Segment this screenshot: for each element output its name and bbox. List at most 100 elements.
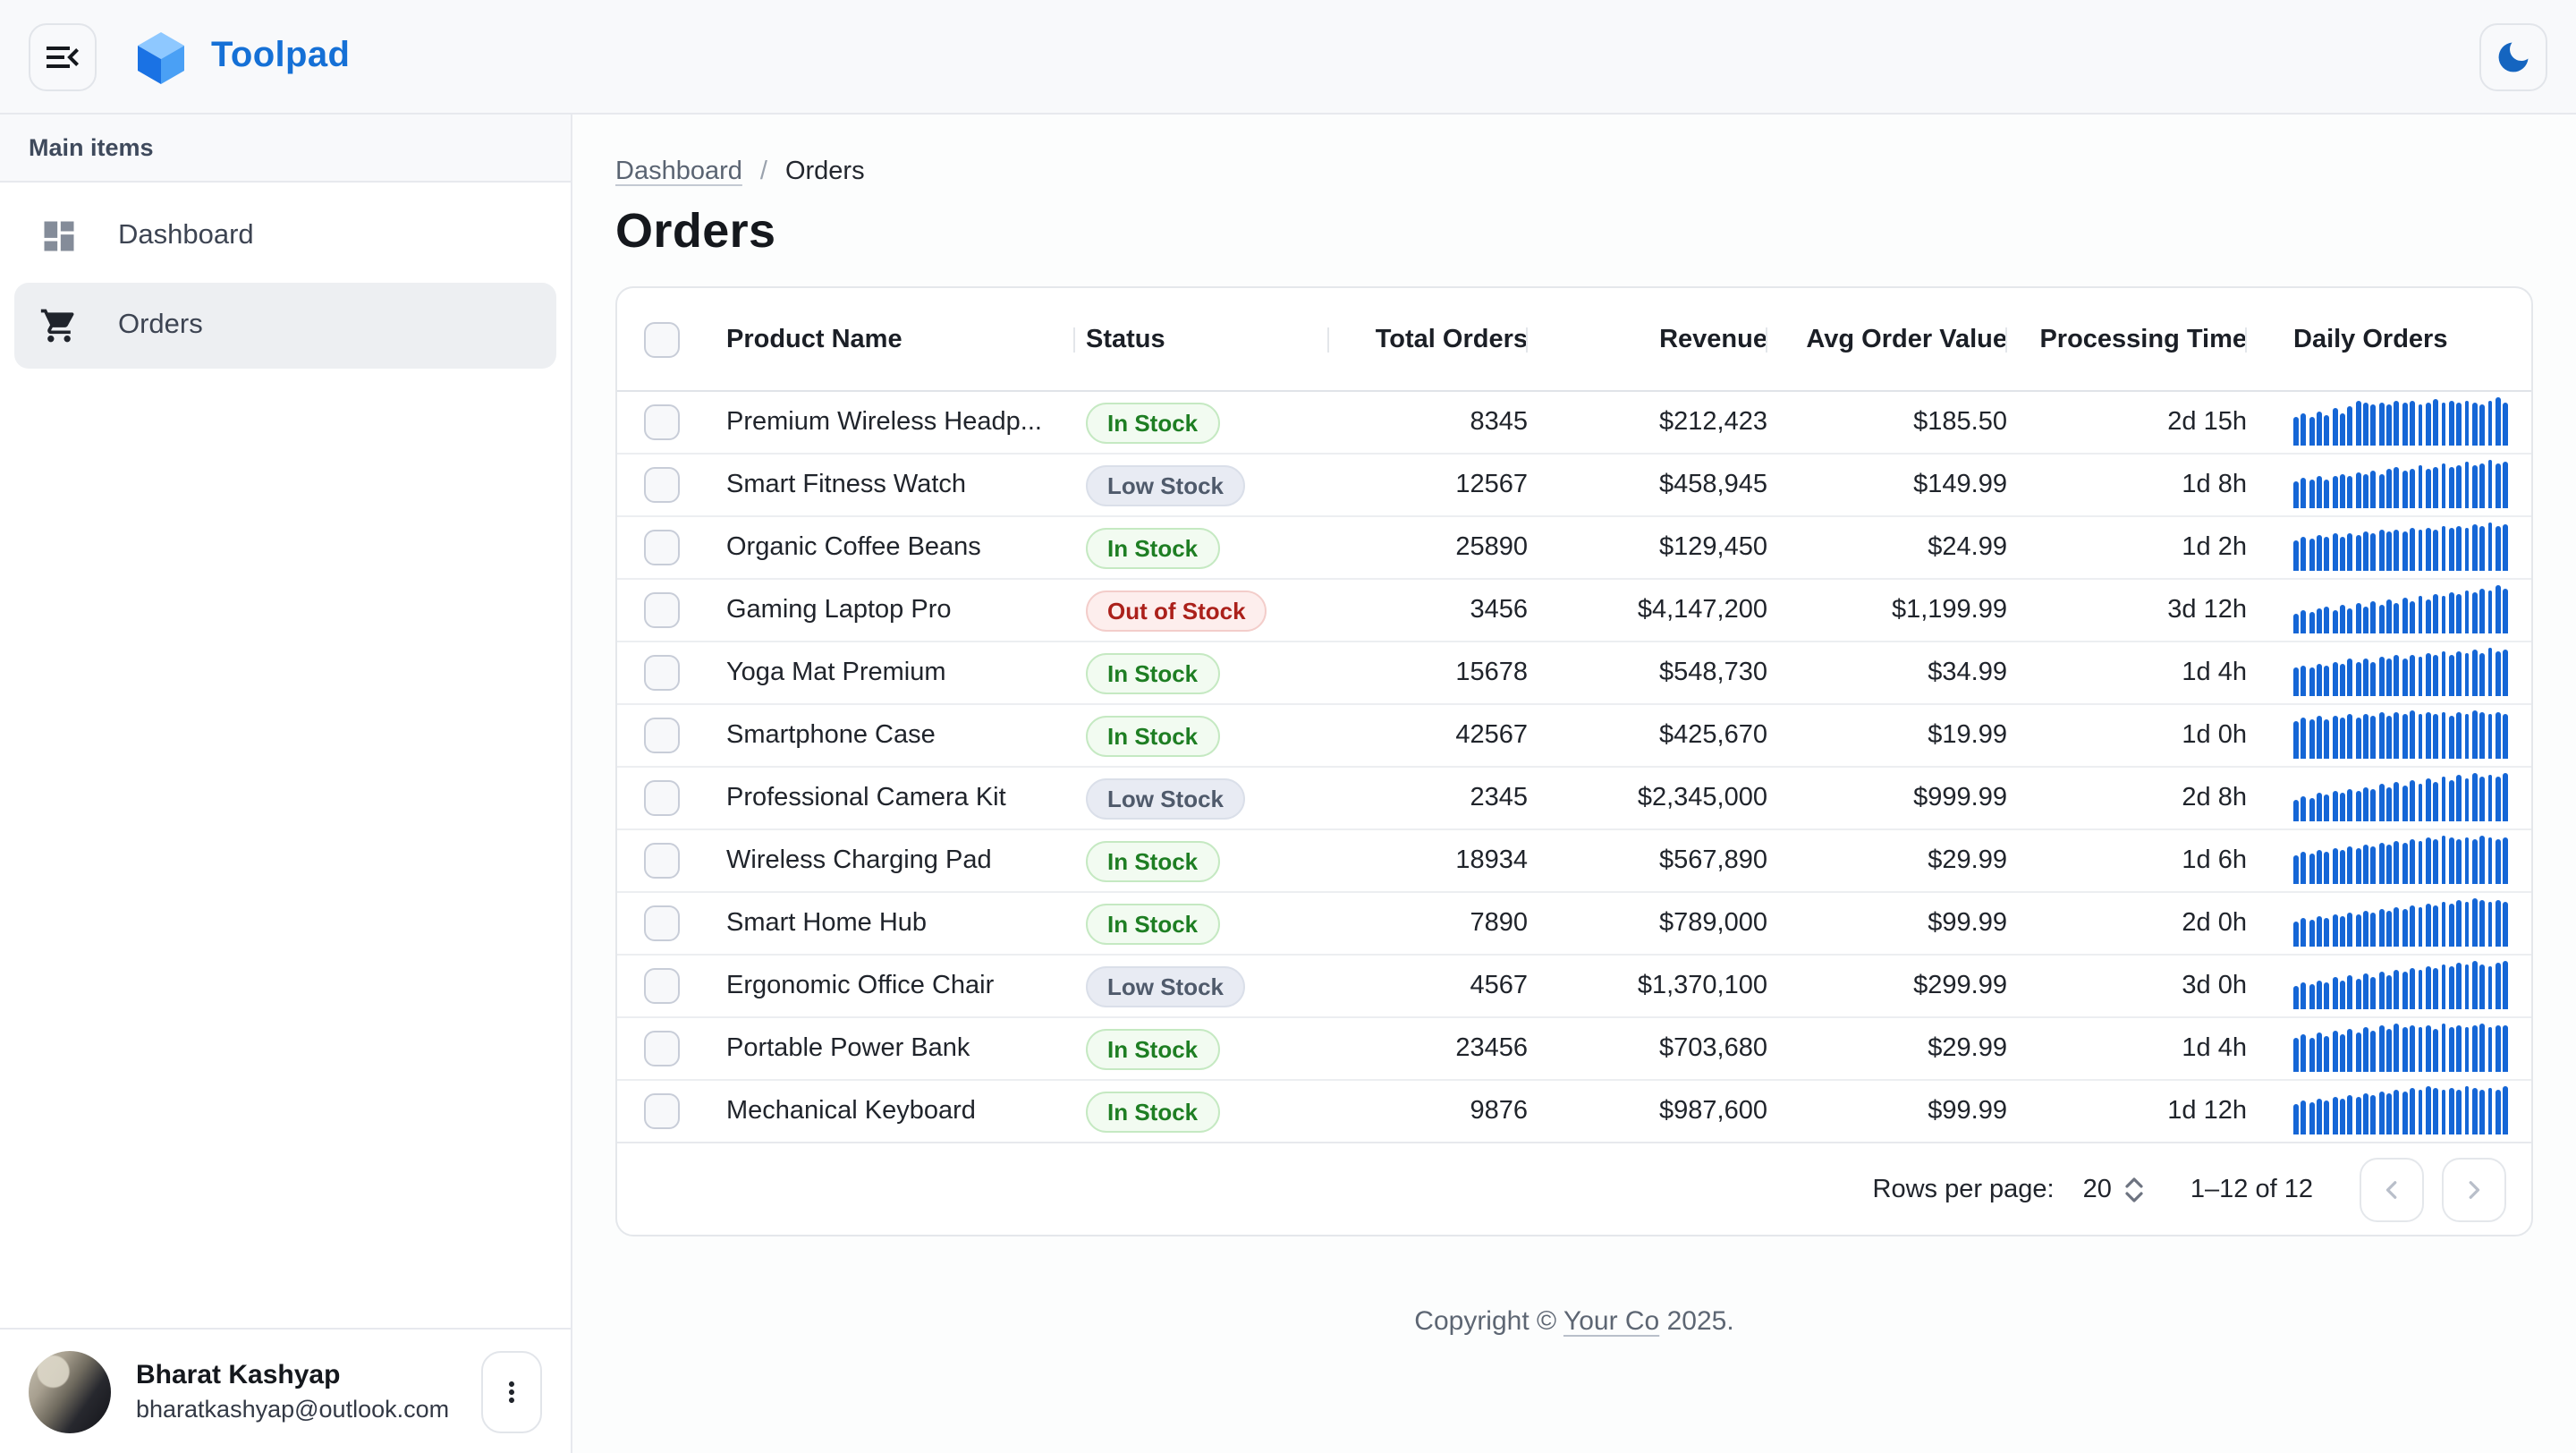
daily-orders-sparkline: [2293, 460, 2508, 508]
breadcrumb-separator: /: [760, 157, 767, 186]
status-badge: In Stock: [1086, 715, 1219, 756]
table-row[interactable]: Portable Power Bank In Stock 23456 $703,…: [617, 1018, 2531, 1081]
daily-orders-cell: [2247, 893, 2531, 954]
table-row[interactable]: Mechanical Keyboard In Stock 9876 $987,6…: [617, 1081, 2531, 1143]
product-name-cell: Professional Camera Kit: [707, 784, 1075, 812]
product-name-cell: Portable Power Bank: [707, 1034, 1075, 1063]
table-row[interactable]: Smartphone Case In Stock 42567 $425,670 …: [617, 705, 2531, 768]
row-checkbox-cell: [617, 580, 707, 641]
next-page-button[interactable]: [2442, 1157, 2506, 1221]
total-orders-cell: 9876: [1329, 1097, 1528, 1126]
table-body: Premium Wireless Headp... In Stock 8345 …: [617, 392, 2531, 1143]
product-name-cell: Mechanical Keyboard: [707, 1097, 1075, 1126]
menu-open-icon: [41, 35, 84, 78]
column-header-status[interactable]: Status: [1075, 288, 1329, 390]
column-header-revenue[interactable]: Revenue: [1528, 288, 1767, 390]
sidebar-item-dashboard[interactable]: Dashboard: [14, 193, 556, 279]
processing-time-cell: 1d 4h: [2007, 659, 2247, 687]
rows-per-page-label: Rows per page:: [1873, 1175, 2055, 1203]
column-header-processing-time[interactable]: Processing Time: [2007, 288, 2247, 390]
total-orders-cell: 15678: [1329, 659, 1528, 687]
table-row[interactable]: Organic Coffee Beans In Stock 25890 $129…: [617, 517, 2531, 580]
rows-per-page-select[interactable]: 20: [2083, 1175, 2144, 1203]
row-checkbox-cell: [617, 455, 707, 515]
user-email: bharatkashyap@outlook.com: [136, 1396, 456, 1423]
status-cell: In Stock: [1075, 1091, 1329, 1132]
breadcrumb-link-dashboard[interactable]: Dashboard: [615, 157, 742, 186]
sidebar-section-label: Main items: [0, 115, 571, 183]
total-orders-cell: 18934: [1329, 846, 1528, 875]
row-checkbox[interactable]: [644, 530, 680, 565]
table-row[interactable]: Wireless Charging Pad In Stock 18934 $56…: [617, 830, 2531, 893]
processing-time-cell: 2d 0h: [2007, 909, 2247, 938]
avg-order-value-cell: $999.99: [1767, 784, 2007, 812]
user-menu-button[interactable]: [481, 1350, 542, 1432]
table-header-checkbox-cell: [617, 288, 707, 390]
column-header-total-orders[interactable]: Total Orders: [1329, 288, 1528, 390]
daily-orders-cell: [2247, 392, 2531, 453]
status-badge: In Stock: [1086, 652, 1219, 693]
status-cell: Low Stock: [1075, 965, 1329, 1007]
column-header-daily-orders[interactable]: Daily Orders: [2247, 288, 2531, 390]
daily-orders-cell: [2247, 1081, 2531, 1142]
status-cell: In Stock: [1075, 1028, 1329, 1069]
table-row[interactable]: Premium Wireless Headp... In Stock 8345 …: [617, 392, 2531, 455]
status-badge: Low Stock: [1086, 965, 1245, 1007]
toolpad-logo-icon: [132, 28, 190, 85]
sidebar-collapse-button[interactable]: [29, 22, 97, 90]
column-header-product-name[interactable]: Product Name: [707, 288, 1075, 390]
avg-order-value-cell: $149.99: [1767, 471, 2007, 499]
total-orders-cell: 25890: [1329, 533, 1528, 562]
table-row[interactable]: Smart Fitness Watch Low Stock 12567 $458…: [617, 455, 2531, 517]
processing-time-cell: 2d 8h: [2007, 784, 2247, 812]
row-checkbox[interactable]: [644, 592, 680, 628]
sidebar-item-label: Orders: [118, 310, 203, 342]
processing-time-cell: 1d 8h: [2007, 471, 2247, 499]
avg-order-value-cell: $1,199.99: [1767, 596, 2007, 625]
column-header-avg-order-value[interactable]: Avg Order Value: [1767, 288, 2007, 390]
revenue-cell: $987,600: [1528, 1097, 1767, 1126]
row-checkbox[interactable]: [644, 404, 680, 440]
row-checkbox[interactable]: [644, 905, 680, 941]
product-name-cell: Wireless Charging Pad: [707, 846, 1075, 875]
table-row[interactable]: Ergonomic Office Chair Low Stock 4567 $1…: [617, 956, 2531, 1018]
row-checkbox[interactable]: [644, 1093, 680, 1129]
status-badge: In Stock: [1086, 402, 1219, 443]
row-checkbox[interactable]: [644, 467, 680, 503]
row-checkbox[interactable]: [644, 968, 680, 1004]
table-row[interactable]: Smart Home Hub In Stock 7890 $789,000 $9…: [617, 893, 2531, 956]
page-title: Orders: [615, 204, 2533, 259]
row-checkbox-cell: [617, 642, 707, 703]
daily-orders-cell: [2247, 1018, 2531, 1079]
processing-time-cell: 1d 12h: [2007, 1097, 2247, 1126]
status-badge: Low Stock: [1086, 777, 1245, 819]
theme-toggle-button[interactable]: [2479, 22, 2547, 90]
sidebar-item-orders[interactable]: Orders: [14, 283, 556, 369]
revenue-cell: $425,670: [1528, 721, 1767, 750]
avg-order-value-cell: $99.99: [1767, 1097, 2007, 1126]
company-link[interactable]: Your Co: [1563, 1306, 1659, 1337]
row-checkbox[interactable]: [644, 780, 680, 816]
row-checkbox[interactable]: [644, 655, 680, 691]
status-cell: Low Stock: [1075, 464, 1329, 506]
row-checkbox[interactable]: [644, 718, 680, 753]
brand[interactable]: Toolpad: [132, 28, 350, 85]
application-window: Toolpad Main items Dashboard: [0, 0, 2576, 1453]
revenue-cell: $129,450: [1528, 533, 1767, 562]
previous-page-button[interactable]: [2360, 1157, 2424, 1221]
row-checkbox[interactable]: [644, 1031, 680, 1066]
row-checkbox[interactable]: [644, 843, 680, 879]
daily-orders-sparkline: [2293, 585, 2508, 633]
table-row[interactable]: Professional Camera Kit Low Stock 2345 $…: [617, 768, 2531, 830]
status-badge: Out of Stock: [1086, 590, 1267, 631]
row-checkbox-cell: [617, 705, 707, 766]
revenue-cell: $458,945: [1528, 471, 1767, 499]
table-row[interactable]: Yoga Mat Premium In Stock 15678 $548,730…: [617, 642, 2531, 705]
total-orders-cell: 2345: [1329, 784, 1528, 812]
processing-time-cell: 1d 6h: [2007, 846, 2247, 875]
sidebar: Main items Dashboard Orders: [0, 115, 572, 1453]
select-all-checkbox[interactable]: [644, 321, 680, 357]
processing-time-cell: 1d 4h: [2007, 1034, 2247, 1063]
table-row[interactable]: Gaming Laptop Pro Out of Stock 3456 $4,1…: [617, 580, 2531, 642]
main-content: Dashboard / Orders Orders Product Name S…: [572, 115, 2576, 1453]
